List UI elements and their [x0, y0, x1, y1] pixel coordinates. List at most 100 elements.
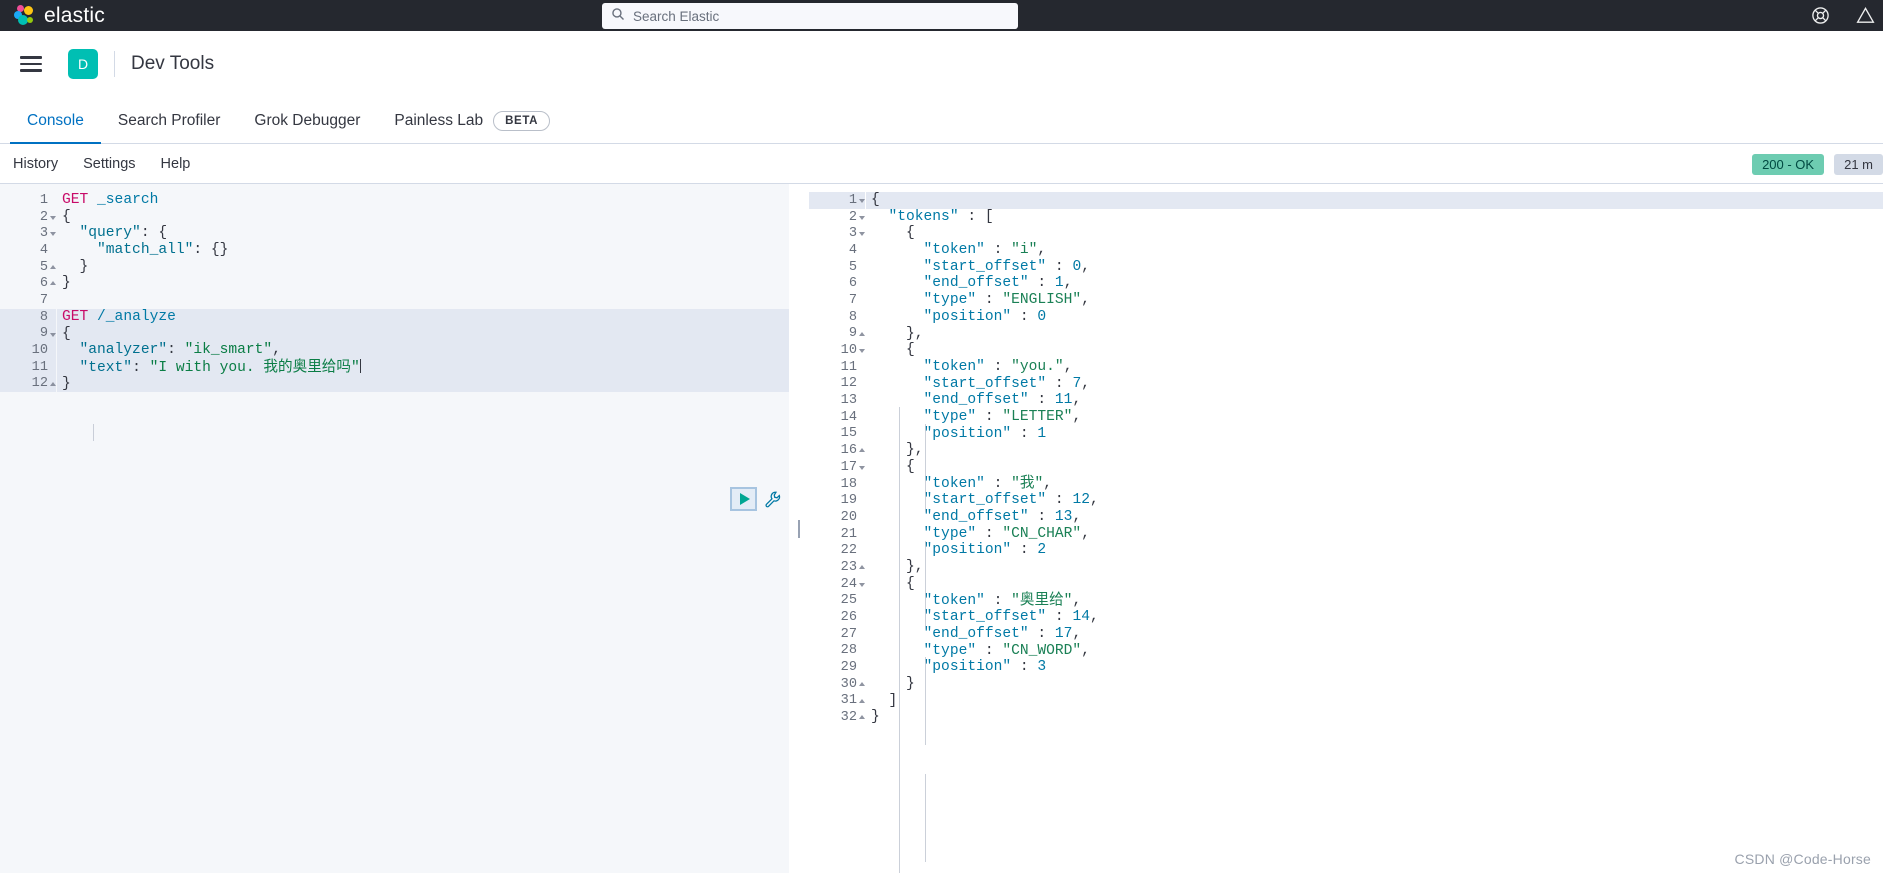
code-line[interactable]: } [57, 259, 789, 276]
line-number[interactable]: 7 [809, 292, 865, 309]
line-number[interactable]: 3 [0, 225, 56, 242]
line-number[interactable]: 23 [809, 559, 865, 576]
code-line[interactable]: } [57, 375, 789, 393]
response-code-area[interactable]: { "tokens" : [ { "token" : "i", "start_o… [866, 184, 1883, 873]
line-number[interactable]: 15 [809, 426, 865, 443]
line-number[interactable]: 12 [0, 375, 56, 393]
elastic-brand[interactable]: elastic [0, 4, 105, 28]
line-number[interactable]: 11 [0, 358, 56, 376]
global-search[interactable] [602, 3, 1018, 29]
line-number[interactable]: 29 [809, 659, 865, 676]
line-number[interactable]: 26 [809, 609, 865, 626]
line-number[interactable]: 19 [809, 492, 865, 509]
code-line[interactable]: "analyzer": "ik_smart", [57, 342, 789, 359]
code-line[interactable]: }, [866, 326, 1883, 343]
chevron-down-icon[interactable] [859, 215, 865, 220]
line-number[interactable]: 1 [0, 192, 56, 209]
tab-painless-lab[interactable]: Painless Lab BETA [377, 98, 567, 143]
line-number[interactable]: 9 [0, 325, 56, 343]
chevron-down-icon[interactable] [50, 332, 56, 337]
line-number[interactable]: 13 [809, 392, 865, 409]
code-line[interactable]: ] [866, 693, 1883, 710]
line-number[interactable]: 30 [809, 676, 865, 693]
chevron-down-icon[interactable] [859, 466, 865, 470]
chevron-up-icon[interactable] [859, 715, 865, 720]
line-number[interactable]: 11 [809, 359, 865, 376]
line-number[interactable]: 5 [0, 259, 56, 276]
code-line[interactable]: { [866, 192, 1883, 209]
code-line[interactable]: "position" : 1 [866, 426, 1883, 443]
pane-resize-handle[interactable] [789, 184, 809, 873]
chevron-down-icon[interactable] [859, 232, 865, 237]
line-number[interactable]: 10 [0, 342, 56, 359]
chevron-up-icon[interactable] [859, 698, 865, 703]
code-line[interactable]: "position" : 3 [866, 659, 1883, 676]
code-line[interactable]: "end_offset" : 11, [866, 392, 1883, 409]
line-number[interactable]: 27 [809, 626, 865, 643]
code-line[interactable]: "position" : 2 [866, 542, 1883, 559]
chevron-down-icon[interactable] [50, 232, 56, 237]
toolbar-history[interactable]: History [13, 156, 58, 172]
tab-console[interactable]: Console [10, 98, 101, 144]
chevron-down-icon[interactable] [859, 582, 865, 587]
hamburger-icon[interactable] [8, 56, 54, 72]
code-line[interactable]: "match_all": {} [57, 242, 789, 259]
line-number[interactable]: 3 [809, 225, 865, 242]
line-number[interactable]: 6 [0, 275, 56, 292]
line-number[interactable]: 16 [809, 442, 865, 459]
code-line[interactable]: "end_offset" : 17, [866, 626, 1883, 643]
line-number[interactable]: 25 [809, 593, 865, 610]
chevron-up-icon[interactable] [50, 264, 56, 269]
line-number[interactable]: 32 [809, 709, 865, 726]
search-input[interactable] [633, 8, 1009, 24]
chevron-down-icon[interactable] [50, 215, 56, 220]
code-line[interactable]: GET _search [57, 192, 789, 209]
chevron-up-icon[interactable] [50, 381, 56, 386]
toolbar-help[interactable]: Help [161, 156, 191, 172]
code-line[interactable]: "query": { [57, 225, 789, 242]
code-line[interactable]: }, [866, 442, 1883, 459]
line-number[interactable]: 28 [809, 643, 865, 660]
chevron-down-icon[interactable] [859, 349, 865, 354]
code-line[interactable]: } [866, 709, 1883, 726]
code-line[interactable]: } [866, 676, 1883, 693]
response-editor-pane[interactable]: 1 2 3 4 5 6 7 8 9 10 11 12 13 14 15 16 17 18 19 20 21 22 23 24 2… [809, 184, 1883, 873]
line-number[interactable]: 24 [809, 576, 865, 593]
code-line[interactable]: }, [866, 559, 1883, 576]
code-line[interactable] [57, 292, 789, 309]
code-line[interactable]: "token" : "i", [866, 242, 1883, 259]
chevron-up-icon[interactable] [859, 448, 865, 453]
line-number[interactable]: 4 [809, 242, 865, 259]
line-number[interactable]: 2 [809, 209, 865, 226]
code-line[interactable]: { [866, 576, 1883, 593]
line-number[interactable]: 5 [809, 259, 865, 276]
line-number[interactable]: 8 [0, 308, 56, 326]
code-line[interactable]: "type" : "CN_CHAR", [866, 526, 1883, 543]
toolbar-settings[interactable]: Settings [83, 156, 135, 172]
line-number[interactable]: 6 [809, 275, 865, 292]
chevron-up-icon[interactable] [859, 331, 865, 336]
line-number[interactable]: 20 [809, 509, 865, 526]
line-number[interactable]: 12 [809, 376, 865, 393]
code-line[interactable]: "text": "I with you. 我的奥里给吗" [57, 358, 789, 376]
code-line[interactable]: } [57, 275, 789, 292]
code-line[interactable]: { [866, 225, 1883, 242]
tab-search-profiler[interactable]: Search Profiler [101, 98, 238, 143]
code-line[interactable]: GET /_analyze [57, 308, 789, 326]
code-line[interactable]: { [57, 325, 789, 343]
line-number[interactable]: 4 [0, 242, 56, 259]
code-line[interactable]: "token" : "奥里给", [866, 593, 1883, 610]
response-gutter[interactable]: 1 2 3 4 5 6 7 8 9 10 11 12 13 14 15 16 17 18 19 20 21 22 23 24 2… [809, 184, 866, 873]
code-line[interactable]: "start_offset" : 7, [866, 376, 1883, 393]
line-number[interactable]: 9 [809, 326, 865, 343]
chevron-down-icon[interactable] [859, 199, 865, 203]
chevron-up-icon[interactable] [50, 281, 56, 286]
code-line[interactable]: "start_offset" : 0, [866, 259, 1883, 276]
request-code-area[interactable]: GET _search{ "query": { "match_all": {} … [57, 184, 789, 873]
code-line[interactable]: "end_offset" : 13, [866, 509, 1883, 526]
code-line[interactable]: "type" : "ENGLISH", [866, 292, 1883, 309]
request-gutter[interactable]: 1 2 3 4 5 6 7 8 9 10 11 12 [0, 184, 57, 873]
code-line[interactable]: "type" : "LETTER", [866, 409, 1883, 426]
tab-grok-debugger[interactable]: Grok Debugger [237, 98, 377, 143]
line-number[interactable]: 17 [809, 459, 865, 476]
